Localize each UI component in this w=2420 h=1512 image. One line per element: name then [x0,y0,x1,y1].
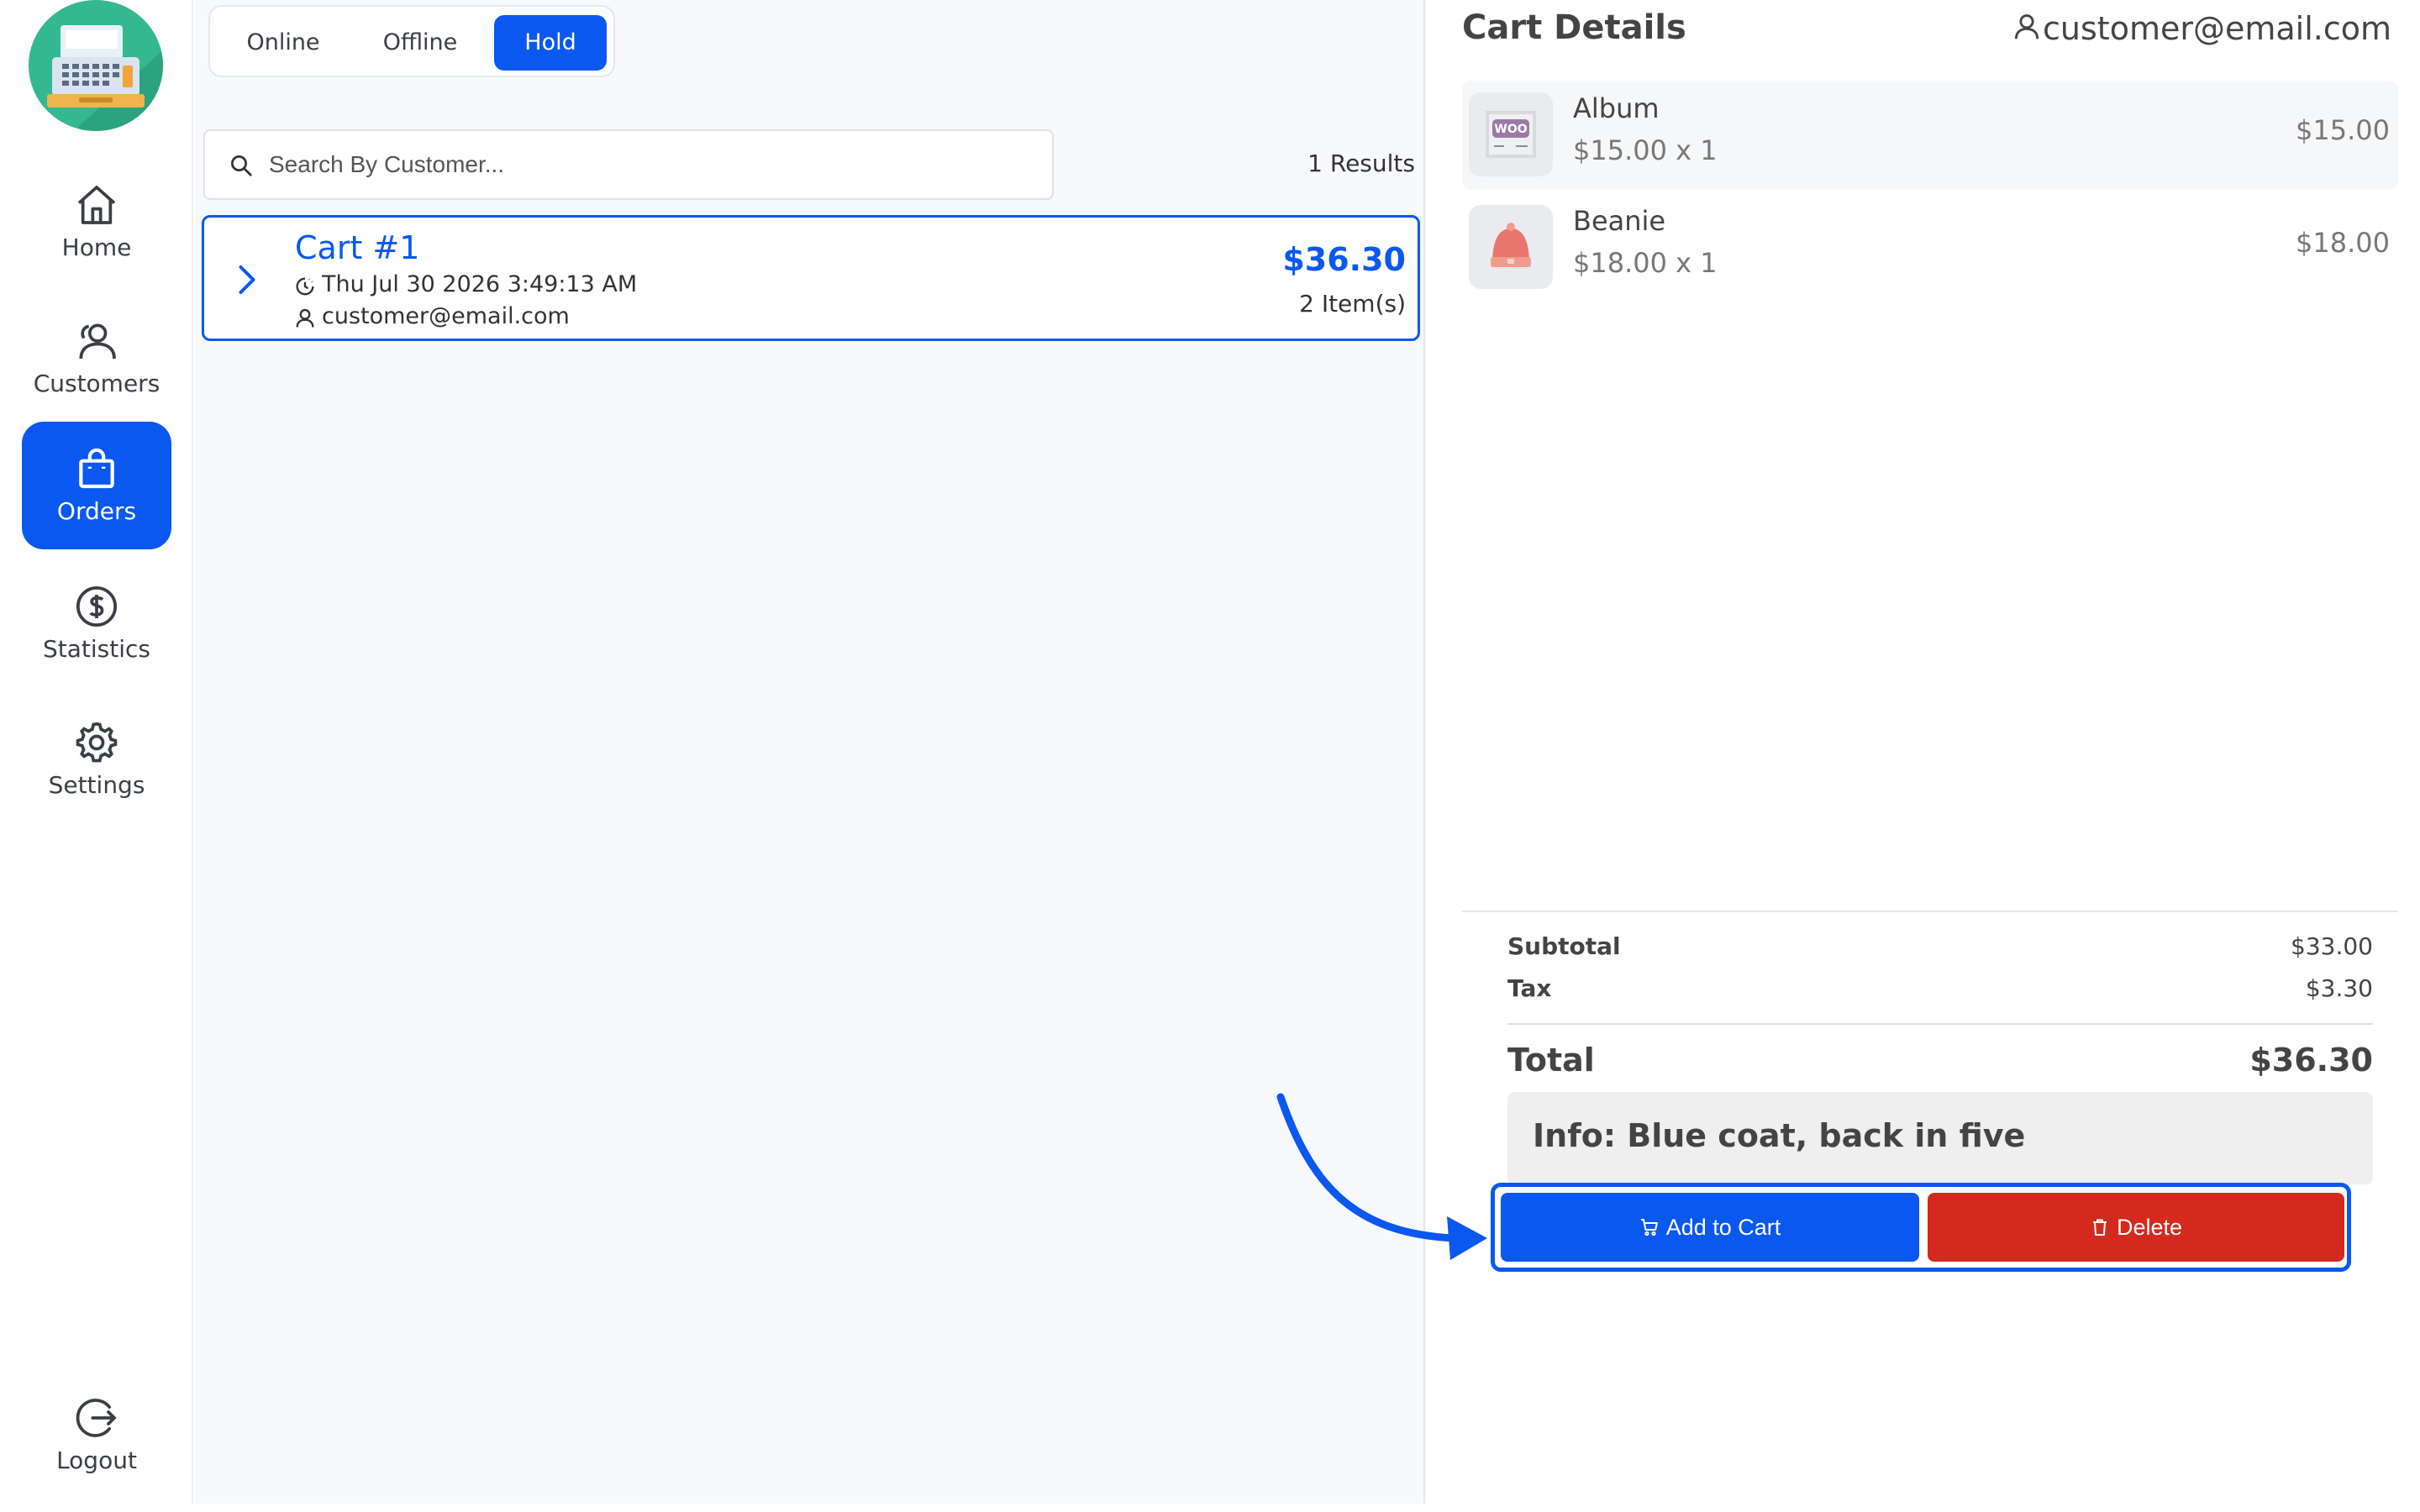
tab-hold[interactable]: Hold [494,15,607,71]
tab-online[interactable]: Online [218,15,348,71]
add-to-cart-label: Add to Cart [1665,1215,1781,1240]
total-label: Total [1507,1042,1595,1079]
held-carts-panel: Online Offline Hold 1 Results Cart #1 Th… [195,0,1425,1504]
cart-total: $36.30 [1282,241,1406,278]
line-item-price: $18.00 [2296,227,2390,259]
annotation-arrow [1276,1093,1487,1260]
customers-icon [79,323,116,360]
sidebar-item-orders[interactable]: Orders [22,422,171,549]
subtotal-value: $33.00 [2291,932,2373,960]
bag-icon [79,448,114,489]
trash-icon [2092,1219,2107,1236]
order-type-tabs: Online Offline Hold [208,5,615,77]
cart-line-item[interactable]: WOO Album $15.00 x 1 $15.00 [1462,81,2398,190]
beanie-thumbnail [1469,205,1553,289]
cart-icon [1640,1219,1658,1236]
divider [1507,1023,2373,1025]
sidebar-item-label: Orders [56,497,137,525]
subtotal-label: Subtotal [1507,932,1621,960]
cart-details-customer: customer@email.com [2011,10,2391,47]
held-cart-card[interactable]: Cart #1 Thu Jul 30 2026 3:49:13 AM custo… [202,215,1420,341]
cart-customer-email: customer@email.com [322,303,570,329]
add-to-cart-button[interactable]: Add to Cart [1501,1193,1919,1262]
customer-search [203,129,1054,200]
divider [1462,911,2398,912]
user-icon [2014,14,2039,39]
line-item-quantity: $15.00 x 1 [1573,134,1718,166]
line-item-price: $15.00 [2296,114,2390,146]
cart-details-title: Cart Details [1462,8,1686,47]
delete-label: Delete [2116,1215,2183,1240]
line-item-name: Album [1573,92,1660,124]
sidebar-item-label: Statistics [43,635,150,663]
sidebar: Home Customers Orders Statistics Setting… [0,0,193,1504]
delete-button[interactable]: Delete [1928,1193,2344,1262]
search-icon [231,155,252,176]
cart-note-text: Info: Blue coat, back in five [1533,1117,2026,1154]
tax-value: $3.30 [2305,974,2373,1002]
cart-title: Cart #1 [295,229,420,266]
cart-note: Info: Blue coat, back in five [1507,1092,2373,1184]
tax-label: Tax [1507,974,1552,1002]
cart-date: Thu Jul 30 2026 3:49:13 AM [322,271,638,297]
logout-label: Logout [56,1446,137,1474]
line-item-name: Beanie [1573,205,1666,237]
sidebar-item-home[interactable]: Home [22,158,171,286]
sidebar-item-label: Settings [48,771,145,799]
cart-details-panel: Cart Details customer@email.com WOO Albu… [1427,0,2420,1504]
cash-register-logo [29,0,163,131]
svg-text:WOO: WOO [1494,123,1527,136]
cart-item-count: 2 Item(s) [1299,290,1406,318]
sidebar-item-statistics[interactable]: Statistics [22,559,171,687]
line-item-quantity: $18.00 x 1 [1573,247,1718,279]
results-count: 1 Results [1307,150,1415,177]
gear-icon [76,722,118,763]
tab-offline[interactable]: Offline [356,15,484,71]
logout-button[interactable]: Logout [22,1371,171,1499]
sidebar-item-label: Customers [33,370,160,397]
sidebar-item-label: Home [61,234,132,261]
sidebar-item-customers[interactable]: Customers [22,294,171,422]
cart-details-customer-email: customer@email.com [2043,10,2391,47]
woo-album-thumbnail: WOO [1469,92,1553,176]
chevron-right-icon[interactable] [234,263,260,297]
cart-line-item[interactable]: Beanie $18.00 x 1 $18.00 [1462,193,2398,302]
logout-icon [76,1399,117,1437]
search-input[interactable] [269,131,1025,198]
home-icon [77,186,116,224]
total-value: $36.30 [2249,1042,2373,1079]
clock-icon [296,277,314,296]
sidebar-item-settings[interactable]: Settings [22,696,171,823]
user-icon [296,308,314,328]
dollar-icon [76,585,118,627]
